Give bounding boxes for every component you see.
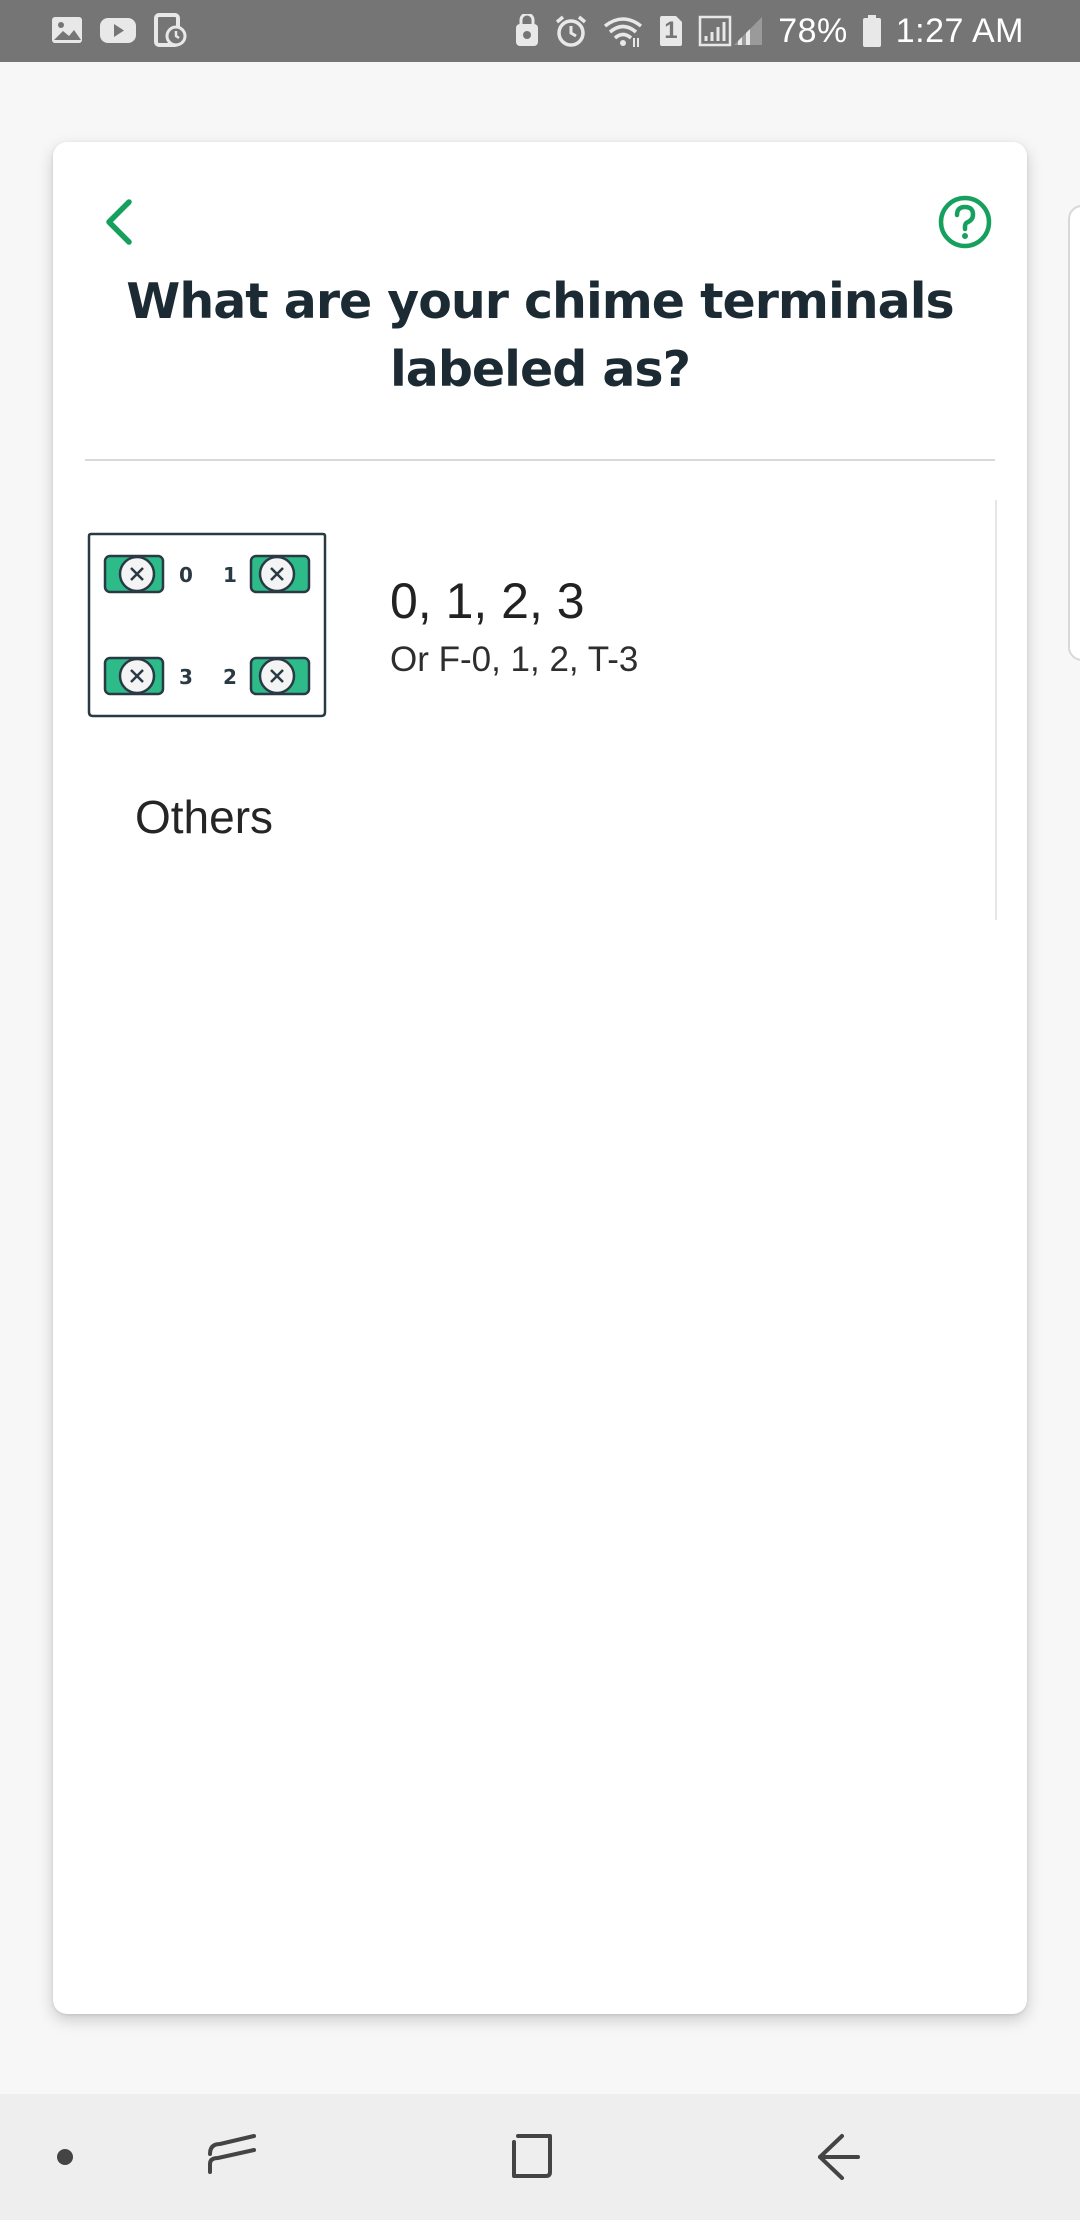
youtube-icon bbox=[98, 13, 138, 47]
chevron-left-icon bbox=[106, 199, 132, 245]
options-list: 0 1 3 2 0, 1, 2, 3 Or F-0, 1, 2, T-3 Oth… bbox=[85, 500, 997, 920]
option-others[interactable]: Others bbox=[85, 790, 985, 880]
terminal-label-3: 3 bbox=[179, 665, 193, 689]
dot-button[interactable] bbox=[48, 2124, 82, 2195]
terminal-label-0: 0 bbox=[179, 563, 193, 587]
vault-icon bbox=[514, 14, 540, 48]
navigation-bar bbox=[0, 2094, 1080, 2220]
back-icon bbox=[818, 2134, 860, 2180]
nav-back-button[interactable] bbox=[812, 2124, 868, 2195]
clock: 1:27 AM bbox=[895, 11, 1024, 50]
question-card: What are your chime terminals labeled as… bbox=[53, 142, 1027, 2014]
option-subtitle: Or F-0, 1, 2, T-3 bbox=[390, 640, 639, 679]
terminal-0 bbox=[103, 554, 165, 594]
help-button[interactable] bbox=[937, 194, 993, 250]
divider bbox=[85, 459, 995, 461]
terminal-3 bbox=[103, 656, 165, 696]
battery-icon bbox=[862, 14, 882, 48]
system-icons: 1 78% 1:27 AM bbox=[514, 0, 1024, 62]
wifi-icon bbox=[602, 14, 644, 48]
signal-icon bbox=[698, 14, 764, 48]
battery-percent: 78% bbox=[778, 11, 848, 50]
chime-terminal-diagram: 0 1 3 2 bbox=[87, 532, 327, 718]
option-title: 0, 1, 2, 3 bbox=[390, 573, 585, 629]
page-title: What are your chime terminals labeled as… bbox=[126, 273, 954, 398]
gallery-icon bbox=[50, 13, 84, 47]
dot-icon bbox=[57, 2149, 73, 2165]
recent-apps-icon bbox=[208, 2134, 256, 2174]
help-circle-icon bbox=[938, 195, 992, 249]
screenshot-icon bbox=[152, 12, 188, 48]
terminal-2 bbox=[249, 656, 311, 696]
recent-apps-button[interactable] bbox=[204, 2124, 260, 2195]
home-icon bbox=[512, 2134, 552, 2178]
option-title: Others bbox=[135, 791, 274, 843]
next-card-edge bbox=[1068, 205, 1080, 661]
back-button[interactable] bbox=[95, 194, 145, 250]
sim-slot-label: 1 bbox=[664, 17, 678, 44]
terminal-label-2: 2 bbox=[223, 665, 237, 689]
terminal-label-1: 1 bbox=[223, 563, 237, 587]
notification-icons bbox=[50, 12, 188, 48]
option-numeric-terminals[interactable]: 0 1 3 2 0, 1, 2, 3 Or F-0, 1, 2, T-3 bbox=[85, 500, 985, 718]
status-bar: 1 78% 1:27 AM bbox=[0, 0, 1080, 62]
terminal-1 bbox=[249, 554, 311, 594]
alarm-icon bbox=[554, 14, 588, 48]
sim-icon: 1 bbox=[658, 14, 684, 48]
home-button[interactable] bbox=[506, 2124, 562, 2195]
